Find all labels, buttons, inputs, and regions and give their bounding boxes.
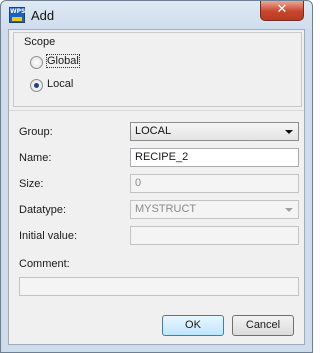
chevron-down-icon — [285, 208, 293, 212]
chevron-down-icon — [285, 130, 293, 134]
window-title: Add — [31, 8, 55, 23]
group-dropdown-value: LOCAL — [135, 125, 172, 137]
add-dialog: WPS Add ✕ Scope Global Local Group: LOCA… — [0, 0, 313, 353]
cancel-button[interactable]: Cancel — [232, 315, 294, 336]
radio-global-label[interactable]: Global — [46, 54, 80, 68]
scope-group: Scope Global Local — [13, 32, 302, 107]
name-input[interactable]: RECIPE_2 — [130, 148, 299, 167]
dialog-body: Scope Global Local Group: LOCAL Name: RE… — [8, 29, 305, 345]
close-icon: ✕ — [276, 2, 288, 17]
datatype-dropdown-value: MYSTRUCT — [135, 203, 197, 215]
name-label: Name: — [19, 152, 52, 164]
title-bar[interactable]: WPS Add ✕ — [1, 1, 312, 29]
wps-app-icon: WPS — [9, 7, 25, 23]
app-icon-text: WPS — [10, 8, 26, 15]
size-label: Size: — [19, 178, 44, 190]
radio-global-button[interactable] — [30, 56, 43, 69]
scope-group-label: Scope — [24, 36, 56, 48]
group-dropdown[interactable]: LOCAL — [130, 122, 299, 141]
size-input: 0 — [130, 174, 299, 193]
comment-input — [19, 277, 299, 296]
ok-button[interactable]: OK — [162, 315, 224, 336]
group-label: Group: — [19, 126, 53, 138]
radio-local-label[interactable]: Local — [47, 78, 73, 90]
radio-local-button[interactable] — [30, 79, 43, 92]
comment-label: Comment: — [19, 258, 70, 270]
radio-selected-dot — [34, 83, 39, 88]
close-button[interactable]: ✕ — [260, 1, 304, 21]
datatype-label: Datatype: — [19, 204, 67, 216]
app-icon-bar — [12, 17, 22, 21]
separator — [9, 110, 304, 111]
initial-value-input — [130, 226, 299, 245]
datatype-dropdown: MYSTRUCT — [130, 200, 299, 219]
initial-value-label: Initial value: — [19, 230, 78, 242]
